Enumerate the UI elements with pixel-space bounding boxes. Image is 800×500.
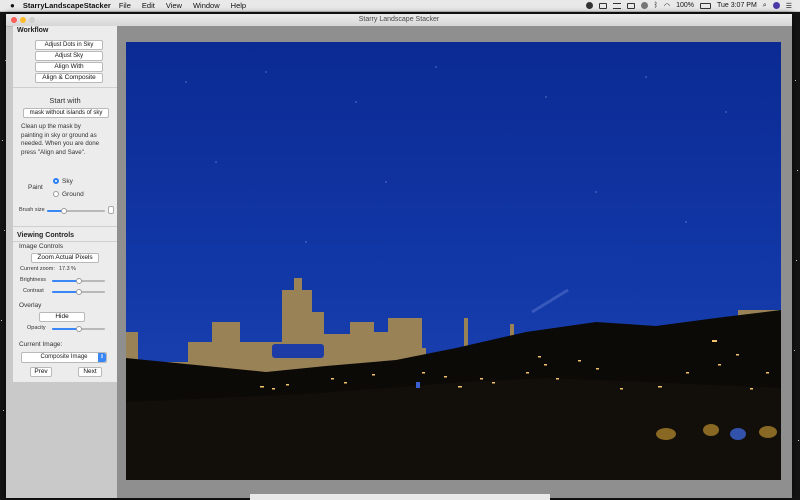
opacity-label: Opacity (27, 325, 46, 331)
adjust-sky-button[interactable]: Adjust Sky (35, 51, 103, 61)
overlay-label: Overlay (19, 302, 42, 309)
brush-size-slider-thumb[interactable] (61, 208, 68, 214)
instructions: Clean up the mask by painting in sky or … (21, 123, 99, 157)
prev-button[interactable]: Prev (30, 367, 52, 377)
divider (13, 87, 117, 88)
instruction-line: needed. When you are done (21, 140, 100, 147)
adjust-dots-in-sky-button[interactable]: Adjust Dots in Sky (35, 40, 103, 50)
paint-ground-radio[interactable] (53, 191, 59, 197)
viewing-controls-title: Viewing Controls (17, 232, 75, 239)
brightness-slider-thumb[interactable] (75, 278, 82, 284)
list-tray-icon[interactable] (612, 2, 621, 9)
image-preview-area[interactable] (117, 26, 792, 498)
blue-light (416, 382, 420, 388)
current-image-label: Current Image: (19, 341, 63, 348)
spotlight-icon[interactable]: ⌕ (763, 2, 767, 10)
composite-image[interactable] (126, 42, 781, 480)
contrast-slider[interactable] (52, 289, 105, 295)
brightness-slider[interactable] (52, 278, 105, 284)
menu-bar: ● StarryLandscapeStacker File Edit View … (0, 0, 800, 12)
brightness-slider-fill (52, 280, 79, 282)
hide-overlay-button[interactable]: Hide (39, 312, 85, 322)
start-with-label: Start with (49, 96, 81, 105)
display-tray-icon[interactable] (598, 2, 607, 9)
current-image-value: Composite Image (40, 354, 88, 360)
menu-view[interactable]: View (166, 1, 182, 10)
time-machine-icon[interactable] (640, 2, 648, 9)
instruction-line: Clean up the mask by (21, 123, 81, 130)
battery-icon[interactable] (699, 2, 711, 9)
sidebar: Workflow Adjust Dots in Sky Adjust Sky A… (13, 26, 118, 382)
contrast-slider-thumb[interactable] (75, 289, 82, 295)
close-icon[interactable] (11, 17, 17, 23)
contrast-label: Contrast (23, 288, 44, 294)
contrast-slider-fill (52, 291, 79, 293)
bluetooth-icon[interactable]: ᛒ (654, 2, 658, 9)
next-button[interactable]: Next (78, 367, 102, 377)
current-zoom-unit: % (71, 266, 76, 272)
mask-hole (272, 344, 324, 358)
opacity-slider-fill (52, 328, 79, 330)
zoom-window-icon[interactable] (29, 17, 35, 23)
status-tray-icon[interactable] (585, 2, 593, 9)
align-composite-button[interactable]: Align & Composite (35, 73, 103, 83)
paint-label: Paint (28, 184, 43, 191)
brush-size-label: Brush size (19, 207, 45, 213)
current-image-select[interactable]: Composite Image ⇕ (21, 352, 107, 363)
instruction-line: painting in sky or ground as (21, 131, 97, 139)
menu-file[interactable]: File (119, 1, 131, 10)
window-title: Starry Landscape Stacker (358, 16, 440, 23)
siri-icon[interactable] (772, 2, 780, 9)
minimize-icon[interactable] (20, 17, 26, 23)
paint-sky-label: Sky (62, 178, 73, 185)
apple-menu-icon[interactable]: ● (10, 1, 15, 10)
divider (13, 226, 117, 227)
menu-extras: ᛒ ◠ 100% Tue 3:07 PM ⌕ ☰ (585, 0, 792, 11)
chevron-up-down-icon: ⇕ (98, 353, 106, 362)
notification-center-icon[interactable]: ☰ (786, 2, 792, 10)
current-zoom-value: 17.3 (59, 266, 70, 272)
image-controls-label: Image Controls (19, 243, 64, 250)
blue-tree (730, 428, 746, 440)
menu-window[interactable]: Window (193, 1, 220, 10)
opacity-slider[interactable] (52, 326, 105, 332)
clock[interactable]: Tue 3:07 PM (717, 2, 757, 9)
start-with-select[interactable]: mask without islands of sky (23, 108, 109, 118)
menu-edit[interactable]: Edit (142, 1, 155, 10)
wifi-icon[interactable]: ◠ (664, 2, 670, 10)
workflow-title: Workflow (17, 27, 49, 34)
battery-percent[interactable]: 100% (676, 2, 694, 9)
menu-help[interactable]: Help (231, 1, 246, 10)
zoom-actual-pixels-button[interactable]: Zoom Actual Pixels (31, 253, 99, 263)
instruction-line: press "Align and Save". (21, 148, 86, 156)
align-with-button[interactable]: Align With (35, 62, 103, 72)
opacity-slider-thumb[interactable] (75, 326, 82, 332)
brush-size-slider[interactable] (47, 208, 105, 214)
menu-app-name[interactable]: StarryLandscapeStacker (23, 1, 111, 10)
dock (250, 494, 550, 500)
paint-ground-label: Ground (62, 191, 84, 198)
current-zoom-label: Current zoom: (20, 266, 55, 272)
divider (13, 241, 117, 242)
airplay-icon[interactable] (626, 2, 635, 9)
brush-size-stepper[interactable] (108, 206, 114, 214)
paint-sky-radio[interactable] (53, 178, 59, 184)
brightness-label: Brightness (20, 277, 46, 283)
app-window: Starry Landscape Stacker Workflow Adjust… (6, 14, 792, 498)
